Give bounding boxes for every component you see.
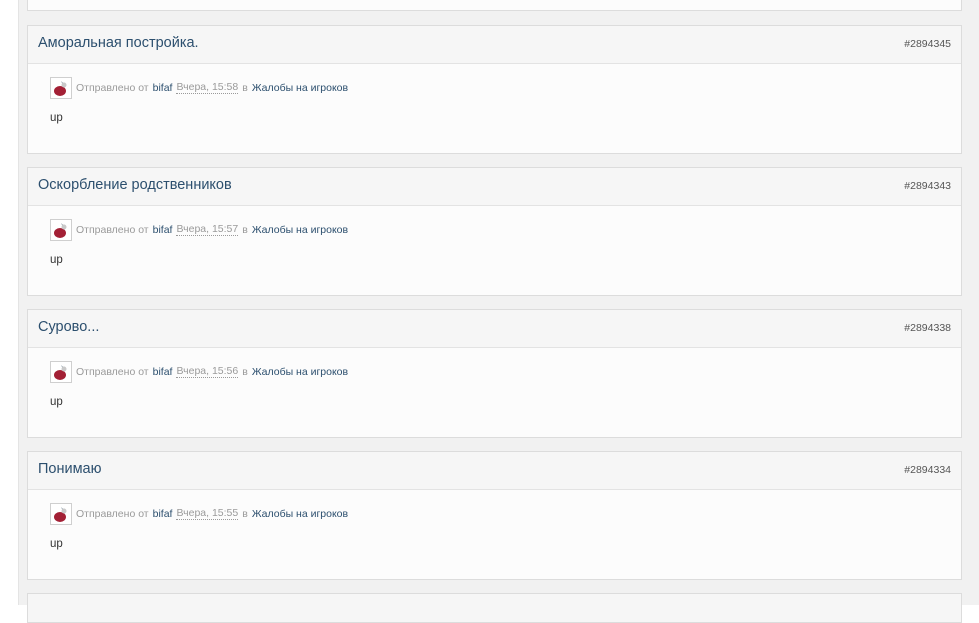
in-label: в — [242, 508, 248, 520]
result-header: Оскорбление родственников #2894343 — [28, 168, 961, 206]
result-snippet: up — [50, 254, 63, 266]
avatar-image — [52, 79, 70, 97]
post-time: Вчера, 15:58 — [176, 81, 239, 94]
result-title-link[interactable]: Понимаю — [38, 461, 102, 477]
search-result-card: Сурово... #2894338 Отправлено от bifaf В… — [27, 309, 962, 438]
author-link[interactable]: bifaf — [153, 82, 173, 94]
in-label: в — [242, 224, 248, 236]
post-id-link[interactable]: #2894345 — [904, 38, 951, 50]
user-avatar-icon[interactable] — [50, 503, 72, 525]
forum-link[interactable]: Жалобы на игроков — [252, 508, 348, 520]
result-meta: Отправлено от bifaf Вчера, 15:57 в Жалоб… — [50, 218, 348, 242]
forum-link[interactable]: Жалобы на игроков — [252, 366, 348, 378]
post-time: Вчера, 15:55 — [176, 507, 239, 520]
sent-by-label: Отправлено от — [76, 224, 149, 236]
post-id-link[interactable]: #2894334 — [904, 464, 951, 476]
author-link[interactable]: bifaf — [153, 366, 173, 378]
result-title-link[interactable]: Аморальная постройка. — [38, 35, 199, 51]
post-id-link[interactable]: #2894343 — [904, 180, 951, 192]
author-link[interactable]: bifaf — [153, 508, 173, 520]
search-result-card: Оскорбление родственников #2894343 Отпра… — [27, 167, 962, 296]
search-result-card: Понимаю #2894334 Отправлено от bifaf Вче… — [27, 451, 962, 580]
in-label: в — [242, 366, 248, 378]
result-snippet: up — [50, 538, 63, 550]
user-avatar-icon[interactable] — [50, 361, 72, 383]
sent-by-label: Отправлено от — [76, 508, 149, 520]
result-header: Понимаю #2894334 — [28, 452, 961, 490]
result-meta: Отправлено от bifaf Вчера, 15:56 в Жалоб… — [50, 360, 348, 384]
next-result-card — [27, 593, 962, 623]
search-results-container: Аморальная постройка. #2894345 Отправлен… — [18, 0, 979, 623]
search-result-card: Аморальная постройка. #2894345 Отправлен… — [27, 25, 962, 154]
forum-link[interactable]: Жалобы на игроков — [252, 82, 348, 94]
result-snippet: up — [50, 112, 63, 124]
post-time: Вчера, 15:57 — [176, 223, 239, 236]
sent-by-label: Отправлено от — [76, 82, 149, 94]
result-title-link[interactable]: Оскорбление родственников — [38, 177, 232, 193]
sent-by-label: Отправлено от — [76, 366, 149, 378]
avatar-image — [52, 221, 70, 239]
result-meta: Отправлено от bifaf Вчера, 15:55 в Жалоб… — [50, 502, 348, 526]
result-snippet: up — [50, 396, 63, 408]
user-avatar-icon[interactable] — [50, 77, 72, 99]
in-label: в — [242, 82, 248, 94]
result-meta: Отправлено от bifaf Вчера, 15:58 в Жалоб… — [50, 76, 348, 100]
post-time: Вчера, 15:56 — [176, 365, 239, 378]
avatar-image — [52, 363, 70, 381]
forum-link[interactable]: Жалобы на игроков — [252, 224, 348, 236]
previous-result-card — [27, 0, 962, 11]
author-link[interactable]: bifaf — [153, 224, 173, 236]
user-avatar-icon[interactable] — [50, 219, 72, 241]
post-id-link[interactable]: #2894338 — [904, 322, 951, 334]
avatar-image — [52, 505, 70, 523]
result-header: Сурово... #2894338 — [28, 310, 961, 348]
result-header: Аморальная постройка. #2894345 — [28, 26, 961, 64]
result-title-link[interactable]: Сурово... — [38, 319, 99, 335]
